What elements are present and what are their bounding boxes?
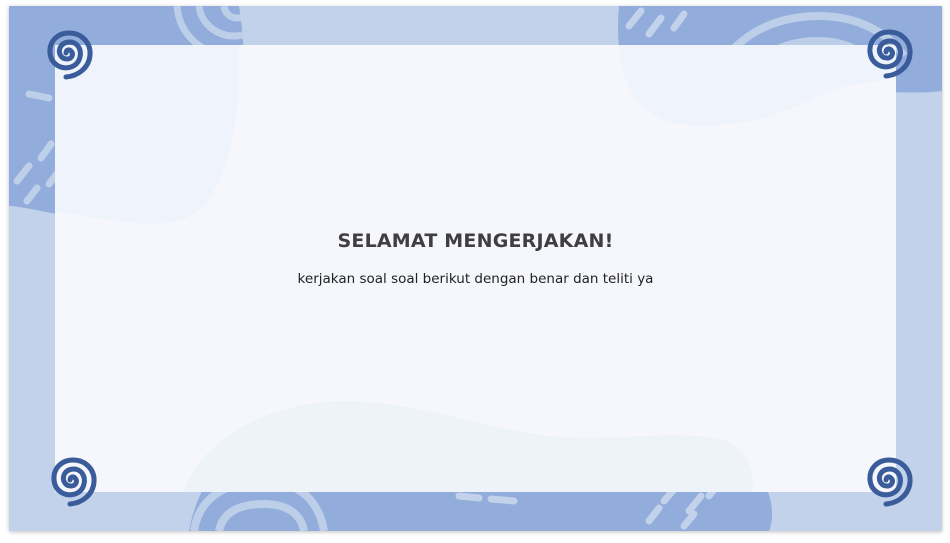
spiral-icon <box>867 29 913 79</box>
slide-canvas: SELAMAT MENGERJAKAN! kerjakan soal soal … <box>9 6 942 531</box>
content-panel <box>55 45 896 492</box>
slide-subtitle: kerjakan soal soal berikut dengan benar … <box>297 271 654 287</box>
spiral-icon <box>867 457 913 507</box>
slide-title: SELAMAT MENGERJAKAN! <box>337 230 614 252</box>
spiral-icon <box>47 30 93 80</box>
spiral-icon <box>51 457 97 507</box>
